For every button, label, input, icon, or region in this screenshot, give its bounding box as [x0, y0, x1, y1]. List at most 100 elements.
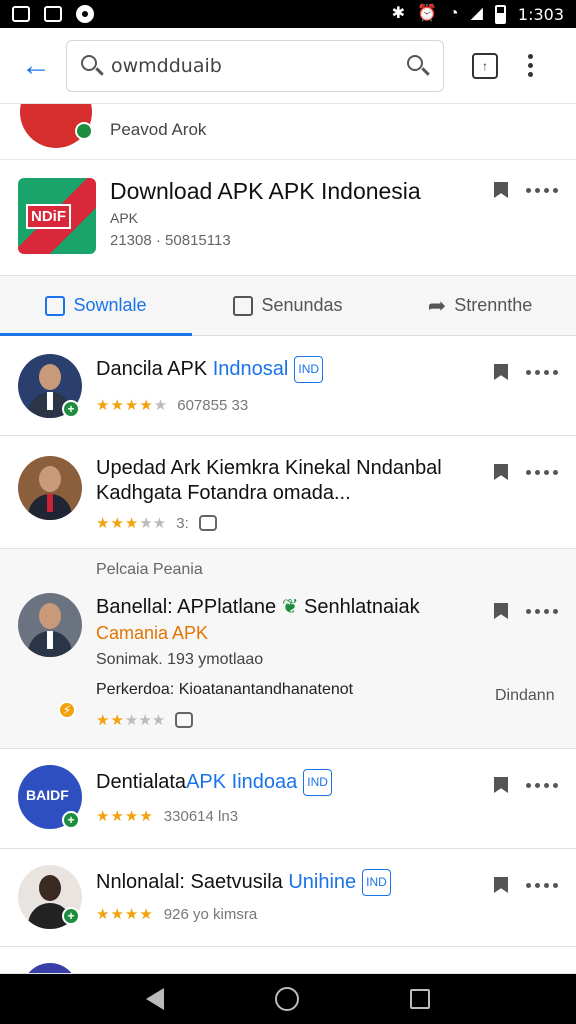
region-tag: IND [362, 869, 391, 896]
result-title[interactable]: Banellal: APPlatlane ❦ Senhlatnaiak [96, 595, 420, 620]
result-actions [492, 601, 558, 621]
partial-result-text: Peavod Arok [110, 120, 207, 139]
bookmark-icon[interactable] [492, 462, 512, 482]
more-options-icon[interactable] [526, 369, 558, 375]
tab-label: Strennthe [454, 295, 533, 315]
partial-result[interactable]: Peavod Arok [0, 104, 576, 160]
avatar [18, 593, 82, 657]
rating-row: ★★★★ 330614 ln3 [96, 807, 239, 826]
result-meta: 926 yo kimsra [163, 905, 258, 923]
app-notification-icon [76, 5, 94, 23]
search-header: ← owmdduaib ↑ [0, 28, 576, 104]
list-item[interactable]: BAIDF + DentialataAPK Iindoaa IND ★★★★ 33… [0, 749, 576, 849]
tab-share[interactable]: Senundas [192, 276, 384, 335]
bookmark-icon[interactable] [492, 875, 512, 895]
tab-switcher-icon[interactable]: ↑ [472, 52, 498, 79]
result-title[interactable]: Dancila APK Indnosal IND [96, 356, 324, 383]
tab-label: Sownlale [73, 295, 147, 315]
search-query[interactable]: owmdduaib [111, 55, 405, 77]
wifi-icon: ◔ [448, 5, 459, 22]
result-actions [492, 875, 558, 895]
image-notification-icon [12, 6, 30, 22]
result-actions [492, 180, 558, 200]
search-field[interactable]: owmdduaib [66, 39, 444, 92]
bookmark-icon[interactable] [492, 601, 512, 621]
add-badge-icon: + [62, 400, 80, 418]
signal-icon: ◢ [470, 5, 483, 22]
result-meta: 21308 · 50815113 [110, 232, 231, 249]
battery-icon [494, 4, 506, 24]
app-icon-label: BAIDF [26, 787, 69, 803]
app-icon-label: NDiF [26, 204, 71, 229]
overflow-menu-icon[interactable] [528, 54, 533, 77]
search-submit-icon[interactable] [405, 53, 431, 79]
status-bar: ✱ ⏰ ◔ ◢ 1:303 [0, 0, 576, 28]
list-item[interactable]: + Dancila APK Indnosal IND ★★★★★ 607855 3… [0, 336, 576, 436]
nav-home-icon[interactable] [274, 987, 299, 1011]
tab-download[interactable]: Sownlale [0, 276, 192, 336]
add-badge-icon: + [62, 811, 80, 829]
result-actions [492, 462, 558, 482]
list-item[interactable]: Upedad Ark Kiemkra Kinekal Nndanbal Kadh… [0, 436, 576, 549]
result-actions [492, 775, 558, 795]
more-options-icon[interactable] [526, 608, 558, 614]
list-item[interactable]: Pelcaia Peania Banellal: APPlatlane ❦ Se… [0, 549, 576, 749]
forward-arrow-icon: ➦ [427, 292, 447, 318]
add-badge-icon: + [62, 907, 80, 925]
list-item[interactable]: + Nnlonalal: Saetvusila Unihine IND ★★★★ … [0, 849, 576, 947]
status-time: 1:303 [517, 4, 564, 24]
more-options-icon[interactable] [526, 782, 558, 788]
rating-row: ★★★★★ 607855 33 [96, 396, 248, 415]
download-icon [45, 295, 66, 316]
result-title[interactable]: DentialataAPK Iindoaa IND [96, 769, 332, 796]
rating-stars: ★★★★ [96, 808, 154, 825]
rating-stars: ★★★★★ [96, 515, 167, 532]
alarm-icon: ⏰ [416, 5, 437, 22]
navigation-bar [0, 974, 576, 1024]
nav-back-icon[interactable] [145, 988, 164, 1010]
more-options-icon[interactable] [526, 469, 558, 475]
comment-icon [175, 712, 194, 728]
comment-icon [198, 515, 217, 531]
rating-row: ★★★★ 926 yo kimsra [96, 905, 258, 924]
result-detail: Perkerdoa: Kioatanantandhanatenot [96, 681, 354, 698]
avatar [22, 963, 78, 973]
bluetooth-icon: ✱ [391, 5, 405, 22]
bookmark-icon[interactable] [492, 362, 512, 382]
more-options-icon[interactable] [526, 187, 558, 193]
result-meta: 3: [176, 514, 189, 532]
result-title[interactable]: Nnlonalal: Saetvusila Unihine IND [96, 869, 391, 896]
nav-recents-icon[interactable] [410, 989, 431, 1009]
result-title[interactable]: Download APK APK Indonesia [110, 178, 421, 205]
tab-bar: Sownlale Senundas ➦ Strennthe [0, 276, 576, 336]
rating-row: ★★★★★ [96, 711, 194, 729]
screenshot-notification-icon [44, 6, 62, 22]
side-text: Dindann [495, 687, 555, 704]
region-tag: IND [294, 356, 324, 383]
rating-stars: ★★★★ [96, 906, 154, 923]
app-icon: NDiF [18, 178, 96, 254]
rating-stars: ★★★★★ [96, 712, 166, 729]
bolt-badge-icon: ⚡ [58, 701, 76, 719]
result-actions [492, 362, 558, 382]
more-options-icon[interactable] [526, 882, 558, 888]
tab-label: Senundas [261, 295, 343, 315]
share-icon [233, 295, 254, 316]
rating-stars: ★★★★★ [96, 397, 168, 414]
search-icon [79, 53, 105, 79]
installed-badge-icon [75, 122, 93, 140]
bookmark-icon[interactable] [492, 180, 512, 200]
result-title[interactable]: Upedad Ark Kiemkra Kinekal Nndanbal Kadh… [96, 456, 476, 506]
result-subtitle: APK [110, 210, 139, 226]
bookmark-icon[interactable] [492, 775, 512, 795]
back-arrow-icon[interactable]: ← [18, 48, 54, 84]
rating-row: ★★★★★ 3: [96, 514, 217, 532]
result-subtitle: Camania APK [96, 623, 209, 643]
tab-forward[interactable]: ➦ Strennthe [384, 276, 576, 335]
featured-result[interactable]: NDiF Download APK APK Indonesia APK 2130… [0, 160, 576, 276]
avatar [18, 456, 82, 520]
list-item[interactable] [0, 947, 576, 974]
result-meta: 330614 ln3 [163, 807, 239, 825]
result-meta: Sonimak. 193 ymotlaao [96, 651, 264, 668]
section-label: Pelcaia Peania [96, 561, 203, 578]
